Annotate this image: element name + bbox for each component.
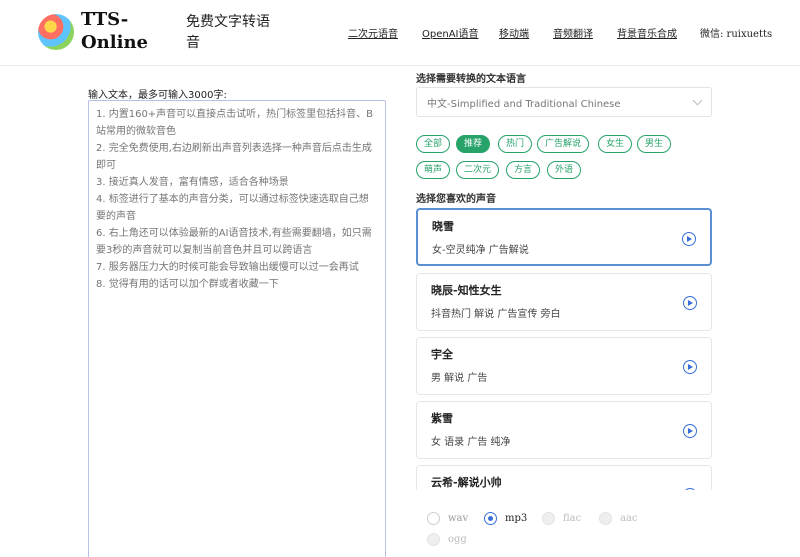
voice-desc: 抖音热门 解说 广告宣传 旁白 (431, 309, 561, 320)
wechat-contact: 微信: ruixuetts (700, 29, 773, 40)
voice-list[interactable]: 晓雪 女-空灵纯净 广告解说 晓辰-知性女生 抖音热门 解说 广告宣传 旁白 宇… (416, 207, 712, 490)
radio-flac[interactable] (542, 512, 555, 525)
brand-name[interactable]: TTS-Online (81, 8, 161, 54)
tag-ad-narration[interactable]: 广告解说 (537, 135, 590, 153)
site-header: TTS-Online 免费文字转语音 二次元语音 OpenAI语音 移动端 音频… (0, 0, 800, 66)
language-select[interactable]: 中文-Simplified and Traditional Chinese (416, 87, 712, 117)
tag-all[interactable]: 全部 (416, 135, 451, 153)
tag-hot[interactable]: 热门 (498, 135, 533, 153)
voice-desc: 女-空灵纯净 广告解说 (432, 245, 529, 256)
play-icon[interactable] (683, 296, 697, 310)
tag-female[interactable]: 女生 (598, 135, 633, 153)
play-icon[interactable] (683, 360, 697, 374)
format-label: ogg (448, 534, 467, 545)
voice-card-yunxi[interactable]: 云希-解说小帅 (416, 465, 712, 490)
nav-openai-voice[interactable]: OpenAI语音 (422, 25, 479, 40)
voice-card-zixue[interactable]: 紫雪 女 语录 广告 纯净 (416, 401, 712, 459)
text-input[interactable] (88, 100, 386, 557)
voice-name: 宇全 (431, 348, 453, 361)
format-flac[interactable]: flac (542, 512, 581, 525)
format-ogg[interactable]: ogg (427, 533, 467, 546)
play-icon[interactable] (682, 232, 696, 246)
tag-recommended[interactable]: 推荐 (456, 135, 491, 153)
tag-male[interactable]: 男生 (637, 135, 672, 153)
nav-bgm-synthesis[interactable]: 背景音乐合成 (617, 25, 677, 40)
format-label: aac (620, 513, 638, 524)
language-label: 选择需要转换的文本语言 (416, 74, 526, 85)
voice-name: 晓雪 (432, 220, 454, 233)
voice-card-yuquan[interactable]: 宇全 男 解说 广告 (416, 337, 712, 395)
chevron-down-icon (692, 95, 703, 106)
radio-mp3[interactable] (484, 512, 497, 525)
radio-ogg[interactable] (427, 533, 440, 546)
voice-desc: 女 语录 广告 纯净 (431, 437, 511, 448)
format-mp3[interactable]: mp3 (484, 512, 527, 525)
format-label: mp3 (505, 513, 528, 524)
tag-row-1: 全部 推荐 热门 广告解说 女生 男生 (416, 135, 716, 153)
format-label: wav (448, 513, 469, 524)
tag-row-2: 萌声 二次元 方言 外语 (416, 161, 716, 179)
format-aac[interactable]: aac (599, 512, 638, 525)
format-wav[interactable]: wav (427, 512, 468, 525)
site-slogan: 免费文字转语音 (186, 14, 270, 51)
language-selected-value: 中文-Simplified and Traditional Chinese (427, 98, 621, 110)
nav-mobile[interactable]: 移动端 (499, 25, 529, 40)
voice-name: 紫雪 (431, 412, 453, 425)
voice-name: 晓辰-知性女生 (431, 284, 502, 297)
tag-cute-voice[interactable]: 萌声 (416, 161, 451, 179)
nav-anime-voice[interactable]: 二次元语音 (348, 25, 398, 40)
format-label: flac (563, 513, 582, 524)
voice-card-xiaochen[interactable]: 晓辰-知性女生 抖音热门 解说 广告宣传 旁白 (416, 273, 712, 331)
tag-foreign[interactable]: 外语 (547, 161, 582, 179)
voice-list-label: 选择您喜欢的声音 (416, 194, 496, 205)
text-input-label: 输入文本，最多可输入3000字: (88, 90, 227, 101)
voice-name: 云希-解说小帅 (431, 476, 502, 489)
play-icon[interactable] (683, 488, 697, 490)
play-icon[interactable] (683, 424, 697, 438)
radio-wav[interactable] (427, 512, 440, 525)
radio-aac[interactable] (599, 512, 612, 525)
tag-anime[interactable]: 二次元 (456, 161, 500, 179)
voice-card-xiaoxue[interactable]: 晓雪 女-空灵纯净 广告解说 (416, 208, 712, 266)
tag-dialect[interactable]: 方言 (506, 161, 541, 179)
voice-desc: 男 解说 广告 (431, 373, 488, 384)
nav-audio-translate[interactable]: 音频翻译 (553, 25, 593, 40)
logo-icon[interactable] (38, 14, 74, 50)
